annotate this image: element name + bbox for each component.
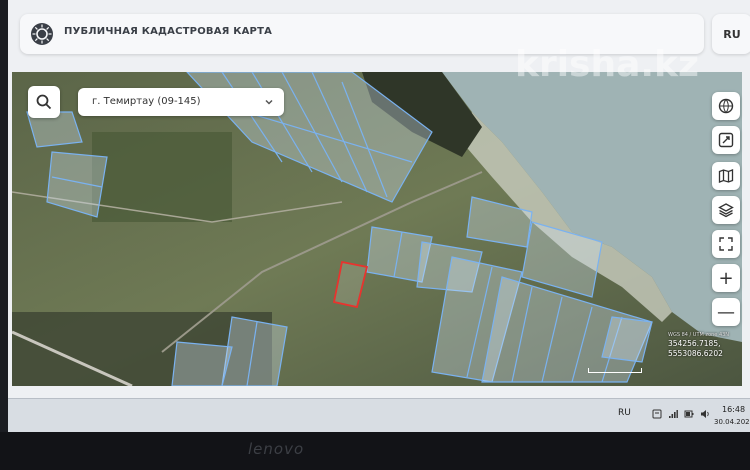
basemap-icon (718, 98, 734, 114)
search-button[interactable] (28, 86, 60, 118)
region-select-value: г. Темиртау (09-145) (92, 96, 201, 107)
clock-date[interactable]: 30.04.2026 (714, 418, 750, 426)
clock-time[interactable]: 16:48 (722, 405, 745, 414)
coordinate-x: 354256.7185, (668, 339, 721, 348)
map-icon (718, 169, 734, 183)
notification-icon[interactable] (652, 409, 662, 419)
map-view[interactable] (12, 72, 742, 386)
monitor-bezel (0, 432, 750, 470)
map-button[interactable] (712, 162, 740, 190)
taskbar-language[interactable]: RU (618, 408, 631, 418)
emblem-icon (31, 23, 53, 45)
region-select[interactable]: г. Темиртау (09-145) (78, 88, 284, 116)
battery-icon[interactable] (684, 409, 694, 419)
search-icon (36, 94, 52, 110)
basemap-button[interactable] (712, 92, 740, 120)
watermark: krisha.kz (515, 44, 699, 85)
fullscreen-icon (719, 237, 733, 251)
layers-icon (718, 203, 734, 218)
coordinate-system: WGS 84 / UTM zone 43N (668, 332, 730, 338)
monitor-brand-logo: lenovo (248, 440, 305, 458)
language-button[interactable]: RU (712, 14, 750, 54)
network-icon[interactable] (668, 409, 678, 419)
app-title: ПУБЛИЧНАЯ КАДАСТРОВАЯ КАРТА (64, 26, 273, 37)
satellite-map[interactable] (12, 72, 742, 386)
coordinate-readout: WGS 84 / UTM zone 43N 354256.7185, 55530… (668, 332, 738, 359)
chevron-down-icon (265, 99, 273, 105)
taskbar: RU 16:48 30.04.2026 (8, 398, 750, 433)
fit-button[interactable] (712, 126, 740, 154)
layers-button[interactable] (712, 196, 740, 224)
scale-bar (588, 368, 642, 373)
fullscreen-button[interactable] (712, 230, 740, 258)
fit-icon (718, 132, 734, 148)
coordinate-y: 5553086.6202 (668, 349, 723, 358)
zoom-in-button[interactable]: + (712, 264, 740, 292)
zoom-out-button[interactable]: — (712, 298, 740, 326)
volume-icon[interactable] (700, 409, 710, 419)
